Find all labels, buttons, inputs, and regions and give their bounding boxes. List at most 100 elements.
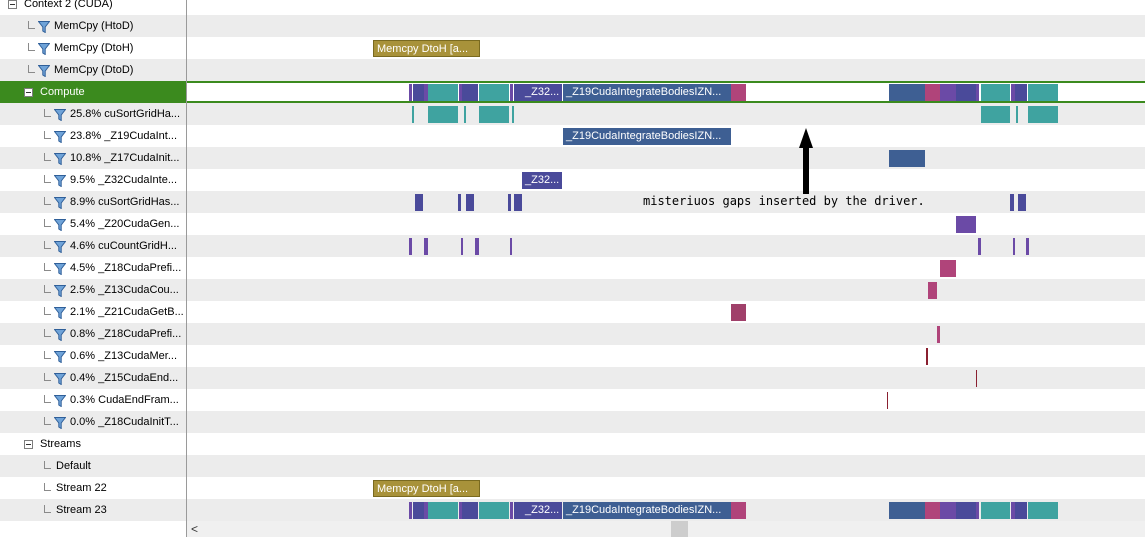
kernel-bar[interactable] <box>466 194 474 211</box>
kernel-bar[interactable] <box>1010 194 1014 211</box>
kernel-bar[interactable] <box>940 502 956 519</box>
tree-row[interactable]: Context 2 (CUDA) <box>0 0 186 15</box>
kernel-bar[interactable] <box>956 502 976 519</box>
kernel-bar[interactable] <box>428 502 458 519</box>
filter-icon[interactable] <box>54 285 66 297</box>
kernel-bar[interactable] <box>514 502 522 519</box>
tree-row[interactable]: MemCpy (DtoH) <box>0 37 186 59</box>
filter-icon[interactable] <box>54 329 66 341</box>
kernel-bar[interactable] <box>464 106 466 123</box>
kernel-bar[interactable] <box>475 238 479 255</box>
filter-icon[interactable] <box>54 153 66 165</box>
tree-row[interactable]: Compute <box>0 81 186 103</box>
kernel-bar[interactable] <box>412 106 414 123</box>
kernel-bar[interactable] <box>1028 106 1058 123</box>
kernel-bar[interactable] <box>731 502 746 519</box>
kernel-bar[interactable] <box>1013 238 1015 255</box>
filter-icon[interactable] <box>38 43 50 55</box>
filter-icon[interactable] <box>54 175 66 187</box>
filter-icon[interactable] <box>54 263 66 275</box>
horizontal-scrollbar[interactable]: < <box>187 521 1145 537</box>
filter-icon[interactable] <box>54 109 66 121</box>
tree-row[interactable]: 2.5% _Z13CudaCou... <box>0 279 186 301</box>
kernel-bar[interactable] <box>889 502 925 519</box>
tree-row[interactable]: Streams <box>0 433 186 455</box>
timeline-area[interactable]: Memcpy DtoH [a... _Z32... _Z19CudaIntegrat… <box>187 0 1145 537</box>
kernel-bar[interactable] <box>409 238 412 255</box>
kernel-bar[interactable] <box>479 106 509 123</box>
kernel-bar[interactable]: _Z19CudaIntegrateBodiesIZN... <box>563 502 731 519</box>
kernel-bar[interactable] <box>940 260 956 277</box>
kernel-bar[interactable] <box>415 194 423 211</box>
tree-row[interactable]: Stream 22 <box>0 477 186 499</box>
tree-row[interactable]: 4.5% _Z18CudaPrefi... <box>0 257 186 279</box>
tree-row[interactable]: 4.6% cuCountGridH... <box>0 235 186 257</box>
kernel-bar[interactable] <box>428 106 458 123</box>
kernel-bar[interactable] <box>981 502 1010 519</box>
filter-icon[interactable] <box>54 307 66 319</box>
tree-row[interactable]: 0.0% _Z18CudaInitT... <box>0 411 186 433</box>
kernel-bar[interactable] <box>925 502 940 519</box>
kernel-bar[interactable] <box>1016 106 1018 123</box>
kernel-bar[interactable] <box>479 502 509 519</box>
kernel-bar[interactable] <box>462 502 478 519</box>
memcpy-bar[interactable]: Memcpy DtoH [a... <box>373 480 480 497</box>
filter-icon[interactable] <box>38 65 50 77</box>
kernel-bar[interactable]: _Z19CudaIntegrateBodiesIZN... <box>563 128 731 145</box>
tree-row[interactable]: 0.6% _Z13CudaMer... <box>0 345 186 367</box>
filter-icon[interactable] <box>54 395 66 407</box>
kernel-bar[interactable] <box>1015 502 1027 519</box>
tree-row[interactable]: 0.4% _Z15CudaEnd... <box>0 367 186 389</box>
kernel-bar[interactable] <box>510 238 512 255</box>
kernel-bar[interactable] <box>514 194 522 211</box>
collapse-icon[interactable] <box>8 0 17 9</box>
filter-icon[interactable] <box>54 131 66 143</box>
filter-icon[interactable] <box>54 417 66 429</box>
tree-row[interactable]: 9.5% _Z32CudaInte... <box>0 169 186 191</box>
kernel-bar[interactable] <box>458 194 461 211</box>
tree-row[interactable]: 10.8% _Z17CudaInit... <box>0 147 186 169</box>
kernel-bar[interactable] <box>926 348 928 365</box>
kernel-bar[interactable]: _Z32... <box>522 172 562 189</box>
kernel-bar[interactable] <box>461 238 463 255</box>
kernel-bar[interactable] <box>409 502 412 519</box>
kernel-bar[interactable] <box>1026 238 1029 255</box>
kernel-bar[interactable] <box>887 392 888 409</box>
tree-row[interactable]: 25.8% cuSortGridHa... <box>0 103 186 125</box>
tree-row[interactable]: 2.1% _Z21CudaGetB... <box>0 301 186 323</box>
kernel-bar[interactable] <box>956 216 976 233</box>
kernel-bar[interactable] <box>937 326 940 343</box>
kernel-bar[interactable] <box>1028 502 1058 519</box>
tree-row[interactable]: 5.4% _Z20CudaGen... <box>0 213 186 235</box>
tree-row[interactable]: MemCpy (HtoD) <box>0 15 186 37</box>
kernel-bar[interactable] <box>413 502 424 519</box>
collapse-icon[interactable] <box>24 88 33 97</box>
scroll-thumb[interactable] <box>671 521 688 537</box>
kernel-bar[interactable]: _Z32... <box>522 502 562 519</box>
filter-icon[interactable] <box>54 373 66 385</box>
filter-icon[interactable] <box>54 351 66 363</box>
tree-row[interactable]: MemCpy (DtoD) <box>0 59 186 81</box>
tree-row[interactable]: 8.9% cuSortGridHas... <box>0 191 186 213</box>
kernel-bar[interactable] <box>512 106 514 123</box>
kernel-bar[interactable] <box>889 150 925 167</box>
tree-row[interactable]: 23.8% _Z19CudaInt... <box>0 125 186 147</box>
filter-icon[interactable] <box>54 197 66 209</box>
kernel-bar[interactable] <box>976 370 977 387</box>
tree-row[interactable]: Stream 23 <box>0 499 186 521</box>
kernel-bar[interactable] <box>1018 194 1026 211</box>
filter-icon[interactable] <box>54 241 66 253</box>
kernel-bar[interactable] <box>981 106 1010 123</box>
collapse-icon[interactable] <box>24 440 33 449</box>
kernel-bar[interactable] <box>424 238 428 255</box>
tree-row[interactable]: 0.8% _Z18CudaPrefi... <box>0 323 186 345</box>
tree-row[interactable]: 0.3% CudaEndFram... <box>0 389 186 411</box>
kernel-bar[interactable] <box>510 502 513 519</box>
tree-row[interactable]: Default <box>0 455 186 477</box>
filter-icon[interactable] <box>38 21 50 33</box>
kernel-bar[interactable] <box>928 282 937 299</box>
kernel-bar[interactable] <box>978 238 981 255</box>
kernel-bar[interactable] <box>508 194 511 211</box>
memcpy-bar[interactable]: Memcpy DtoH [a... <box>373 40 480 57</box>
kernel-bar[interactable] <box>731 304 746 321</box>
